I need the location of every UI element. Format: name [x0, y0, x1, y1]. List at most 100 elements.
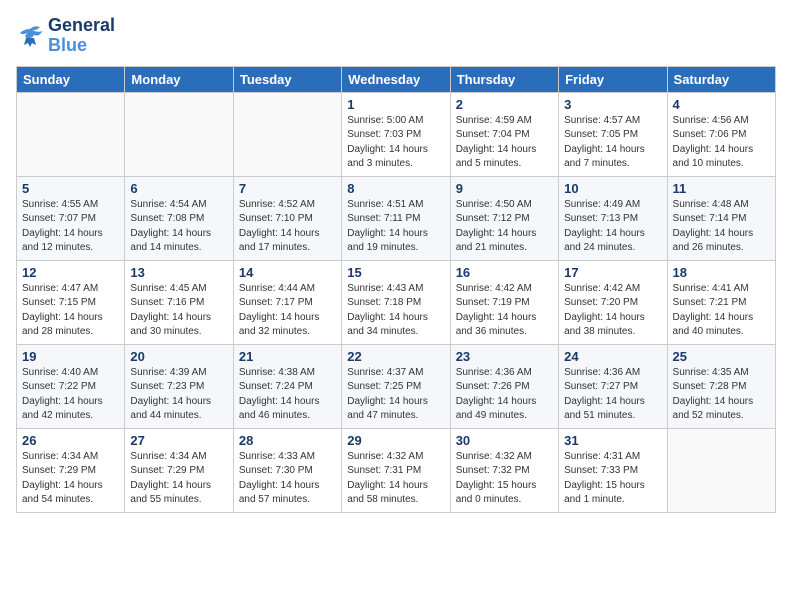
weekday-header-thursday: Thursday	[450, 66, 558, 92]
page-header: General Blue	[16, 16, 776, 56]
day-number: 28	[239, 433, 336, 448]
day-number: 27	[130, 433, 227, 448]
calendar-day-cell: 7 Sunrise: 4:52 AM Sunset: 7:10 PM Daylig…	[233, 176, 341, 260]
logo-icon	[16, 25, 44, 47]
calendar-day-cell: 2Sunrise: 4:59 AM Sunset: 7:04 PM Daylig…	[450, 92, 558, 176]
day-number: 8	[347, 181, 444, 196]
calendar-day-cell: 10 Sunrise: 4:49 AM Sunset: 7:13 PM Dayli…	[559, 176, 667, 260]
day-info: Sunrise: 4:32 AM Sunset: 7:31 PM Dayligh…	[347, 450, 444, 508]
calendar-day-cell: 11 Sunrise: 4:48 AM Sunset: 7:14 PM Dayli…	[667, 176, 775, 260]
day-info: Sunrise: 4:51 AM Sunset: 7:11 PM Dayligh…	[347, 198, 444, 256]
calendar-day-cell: 25Sunrise: 4:35 AM Sunset: 7:28 PM Dayli…	[667, 344, 775, 428]
day-number: 4	[673, 97, 770, 112]
day-info: Sunrise: 4:40 AM Sunset: 7:22 PM Dayligh…	[22, 366, 119, 424]
day-info: Sunrise: 4:57 AM Sunset: 7:05 PM Dayligh…	[564, 114, 661, 172]
calendar-week-row: 19 Sunrise: 4:40 AM Sunset: 7:22 PM Dayli…	[17, 344, 776, 428]
day-number: 11	[673, 181, 770, 196]
day-info: Sunrise: 4:34 AM Sunset: 7:29 PM Dayligh…	[130, 450, 227, 508]
day-info: Sunrise: 4:44 AM Sunset: 7:17 PM Dayligh…	[239, 282, 336, 340]
calendar-day-cell: 5 Sunrise: 4:55 AM Sunset: 7:07 PM Daylig…	[17, 176, 125, 260]
day-number: 20	[130, 349, 227, 364]
calendar-day-cell: 9 Sunrise: 4:50 AM Sunset: 7:12 PM Daylig…	[450, 176, 558, 260]
weekday-header-row: SundayMondayTuesdayWednesdayThursdayFrid…	[17, 66, 776, 92]
weekday-header-monday: Monday	[125, 66, 233, 92]
day-number: 26	[22, 433, 119, 448]
day-info: Sunrise: 4:32 AM Sunset: 7:32 PM Dayligh…	[456, 450, 553, 508]
calendar-week-row: 5 Sunrise: 4:55 AM Sunset: 7:07 PM Daylig…	[17, 176, 776, 260]
day-number: 6	[130, 181, 227, 196]
calendar-day-cell: 23 Sunrise: 4:36 AM Sunset: 7:26 PM Dayli…	[450, 344, 558, 428]
weekday-header-tuesday: Tuesday	[233, 66, 341, 92]
day-info: Sunrise: 4:38 AM Sunset: 7:24 PM Dayligh…	[239, 366, 336, 424]
day-info: Sunrise: 4:52 AM Sunset: 7:10 PM Dayligh…	[239, 198, 336, 256]
day-number: 10	[564, 181, 661, 196]
calendar-day-cell: 19 Sunrise: 4:40 AM Sunset: 7:22 PM Dayli…	[17, 344, 125, 428]
calendar-day-cell: 15 Sunrise: 4:43 AM Sunset: 7:18 PM Dayli…	[342, 260, 450, 344]
day-info: Sunrise: 4:49 AM Sunset: 7:13 PM Dayligh…	[564, 198, 661, 256]
day-info: Sunrise: 5:00 AM Sunset: 7:03 PM Dayligh…	[347, 114, 444, 172]
day-info: Sunrise: 4:36 AM Sunset: 7:27 PM Dayligh…	[564, 366, 661, 424]
day-number: 1	[347, 97, 444, 112]
day-number: 15	[347, 265, 444, 280]
calendar-day-cell: 22 Sunrise: 4:37 AM Sunset: 7:25 PM Dayli…	[342, 344, 450, 428]
day-number: 18	[673, 265, 770, 280]
calendar-table: SundayMondayTuesdayWednesdayThursdayFrid…	[16, 66, 776, 513]
day-number: 21	[239, 349, 336, 364]
empty-cell	[125, 92, 233, 176]
day-info: Sunrise: 4:42 AM Sunset: 7:19 PM Dayligh…	[456, 282, 553, 340]
day-number: 14	[239, 265, 336, 280]
calendar-day-cell: 30 Sunrise: 4:32 AM Sunset: 7:32 PM Dayli…	[450, 428, 558, 512]
day-number: 24	[564, 349, 661, 364]
calendar-day-cell: 31Sunrise: 4:31 AM Sunset: 7:33 PM Dayli…	[559, 428, 667, 512]
calendar-day-cell: 29 Sunrise: 4:32 AM Sunset: 7:31 PM Dayli…	[342, 428, 450, 512]
calendar-day-cell: 28 Sunrise: 4:33 AM Sunset: 7:30 PM Dayli…	[233, 428, 341, 512]
calendar-day-cell: 17Sunrise: 4:42 AM Sunset: 7:20 PM Dayli…	[559, 260, 667, 344]
day-info: Sunrise: 4:55 AM Sunset: 7:07 PM Dayligh…	[22, 198, 119, 256]
weekday-header-saturday: Saturday	[667, 66, 775, 92]
day-info: Sunrise: 4:50 AM Sunset: 7:12 PM Dayligh…	[456, 198, 553, 256]
empty-cell	[17, 92, 125, 176]
logo-text: General Blue	[48, 16, 115, 56]
day-number: 19	[22, 349, 119, 364]
day-number: 7	[239, 181, 336, 196]
calendar-week-row: 26 Sunrise: 4:34 AM Sunset: 7:29 PM Dayli…	[17, 428, 776, 512]
day-number: 2	[456, 97, 553, 112]
day-info: Sunrise: 4:56 AM Sunset: 7:06 PM Dayligh…	[673, 114, 770, 172]
empty-cell	[667, 428, 775, 512]
day-number: 30	[456, 433, 553, 448]
day-number: 25	[673, 349, 770, 364]
calendar-day-cell: 18 Sunrise: 4:41 AM Sunset: 7:21 PM Dayli…	[667, 260, 775, 344]
day-info: Sunrise: 4:39 AM Sunset: 7:23 PM Dayligh…	[130, 366, 227, 424]
day-number: 13	[130, 265, 227, 280]
calendar-day-cell: 21 Sunrise: 4:38 AM Sunset: 7:24 PM Dayli…	[233, 344, 341, 428]
calendar-day-cell: 13Sunrise: 4:45 AM Sunset: 7:16 PM Dayli…	[125, 260, 233, 344]
day-number: 5	[22, 181, 119, 196]
calendar-day-cell: 16 Sunrise: 4:42 AM Sunset: 7:19 PM Dayli…	[450, 260, 558, 344]
day-info: Sunrise: 4:33 AM Sunset: 7:30 PM Dayligh…	[239, 450, 336, 508]
day-info: Sunrise: 4:41 AM Sunset: 7:21 PM Dayligh…	[673, 282, 770, 340]
day-info: Sunrise: 4:43 AM Sunset: 7:18 PM Dayligh…	[347, 282, 444, 340]
day-info: Sunrise: 4:47 AM Sunset: 7:15 PM Dayligh…	[22, 282, 119, 340]
day-number: 31	[564, 433, 661, 448]
day-number: 16	[456, 265, 553, 280]
calendar-day-cell: 1 Sunrise: 5:00 AM Sunset: 7:03 PM Daylig…	[342, 92, 450, 176]
weekday-header-friday: Friday	[559, 66, 667, 92]
calendar-day-cell: 26Sunrise: 4:34 AM Sunset: 7:29 PM Dayli…	[17, 428, 125, 512]
calendar-day-cell: 8 Sunrise: 4:51 AM Sunset: 7:11 PM Daylig…	[342, 176, 450, 260]
empty-cell	[233, 92, 341, 176]
day-number: 12	[22, 265, 119, 280]
weekday-header-sunday: Sunday	[17, 66, 125, 92]
day-number: 23	[456, 349, 553, 364]
weekday-header-wednesday: Wednesday	[342, 66, 450, 92]
day-number: 29	[347, 433, 444, 448]
day-number: 9	[456, 181, 553, 196]
day-info: Sunrise: 4:48 AM Sunset: 7:14 PM Dayligh…	[673, 198, 770, 256]
day-info: Sunrise: 4:36 AM Sunset: 7:26 PM Dayligh…	[456, 366, 553, 424]
calendar-day-cell: 14 Sunrise: 4:44 AM Sunset: 7:17 PM Dayli…	[233, 260, 341, 344]
day-info: Sunrise: 4:37 AM Sunset: 7:25 PM Dayligh…	[347, 366, 444, 424]
day-number: 3	[564, 97, 661, 112]
day-number: 22	[347, 349, 444, 364]
calendar-week-row: 1 Sunrise: 5:00 AM Sunset: 7:03 PM Daylig…	[17, 92, 776, 176]
calendar-day-cell: 4 Sunrise: 4:56 AM Sunset: 7:06 PM Daylig…	[667, 92, 775, 176]
calendar-day-cell: 20 Sunrise: 4:39 AM Sunset: 7:23 PM Dayli…	[125, 344, 233, 428]
